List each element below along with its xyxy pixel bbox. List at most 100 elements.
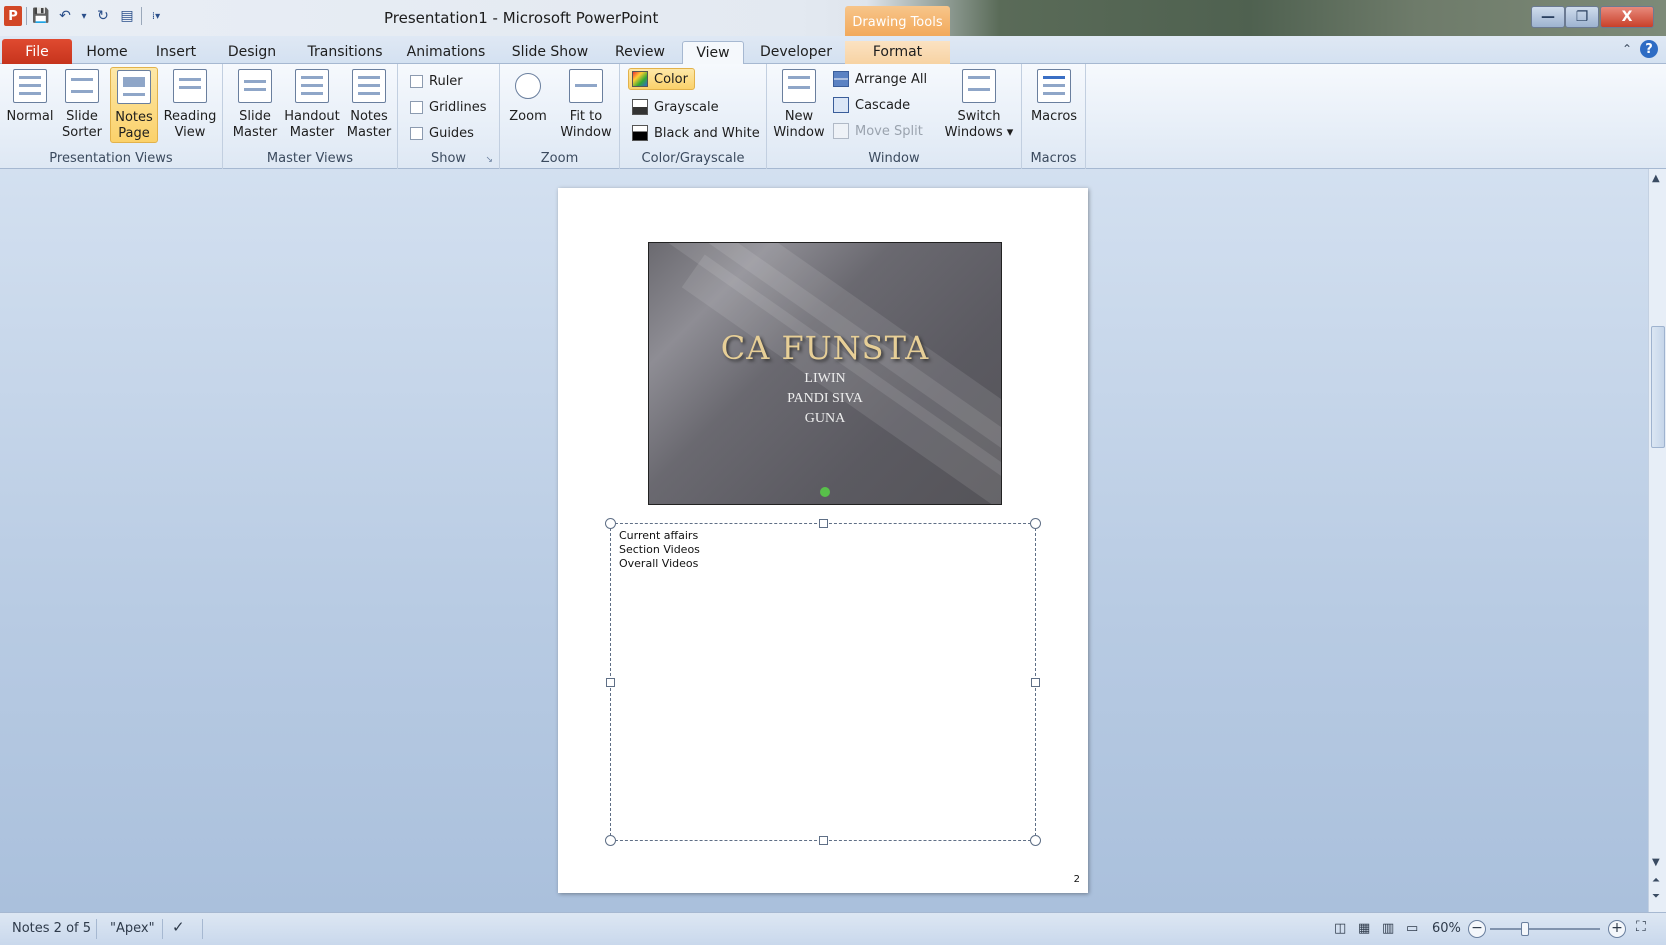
notes-text[interactable]: Current affairs Section Videos Overall V… [619, 529, 700, 571]
notes-page-icon [117, 70, 151, 104]
reading-view-label-1: Reading [163, 109, 217, 124]
black-and-white-button[interactable]: Black and White [632, 122, 760, 144]
grayscale-button[interactable]: Grayscale [632, 96, 719, 118]
minimize-ribbon-icon[interactable]: ⌃ [1622, 42, 1632, 56]
new-window-button[interactable]: New Window [771, 67, 827, 143]
tab-review[interactable]: Review [608, 41, 672, 64]
tab-file[interactable]: File [2, 39, 72, 64]
notes-page-label-2: Page [118, 126, 150, 141]
resize-handle-bottom-left[interactable] [605, 835, 616, 846]
slide-master-icon [238, 69, 272, 103]
macros-button[interactable]: Macros [1028, 67, 1080, 143]
arrange-all-label: Arrange All [855, 71, 928, 87]
scroll-up-arrow-icon[interactable]: ▲ [1652, 173, 1660, 184]
zoom-level[interactable]: 60% [1432, 921, 1461, 936]
zoom-out-button[interactable]: − [1468, 920, 1486, 938]
handout-master-label-1: Handout [284, 109, 340, 124]
resize-handle-top[interactable] [819, 519, 828, 528]
slide-show-status-icon[interactable]: ▭ [1406, 921, 1418, 936]
scroll-down-arrow-icon[interactable]: ▼ [1652, 857, 1660, 868]
gridlines-checkbox[interactable] [410, 100, 423, 114]
switch-windows-button[interactable]: Switch Windows ▾ [943, 67, 1015, 143]
slide-sorter-status-icon[interactable]: ▦ [1358, 921, 1370, 936]
notes-page-button[interactable]: Notes Page [110, 67, 158, 143]
reading-view-button[interactable]: Reading View [162, 67, 218, 143]
close-button[interactable]: X [1600, 6, 1654, 28]
resize-handle-bottom[interactable] [819, 836, 828, 845]
ruler-checkbox-row[interactable]: Ruler [410, 70, 463, 92]
fit-slide-to-window-icon[interactable]: ⛶ [1636, 919, 1646, 935]
resize-handle-bottom-right[interactable] [1030, 835, 1041, 846]
spell-check-icon[interactable]: ✓ [172, 918, 185, 936]
slide-master-label-2: Master [232, 125, 278, 140]
notes-placeholder[interactable]: Current affairs Section Videos Overall V… [605, 518, 1041, 846]
notes-master-button[interactable]: Notes Master [345, 67, 393, 143]
slide-master-button[interactable]: Slide Master [231, 67, 279, 143]
scrollbar-thumb[interactable] [1651, 326, 1665, 448]
zoom-slider-thumb[interactable] [1521, 922, 1529, 936]
undo-icon[interactable]: ↶ [55, 6, 75, 26]
color-button[interactable]: Color [628, 68, 695, 90]
resize-handle-top-left[interactable] [605, 518, 616, 529]
group-show: Ruler Gridlines Guides Show ↘ [398, 64, 500, 169]
rotation-handle[interactable] [820, 487, 830, 497]
switch-windows-label-1: Switch [957, 109, 1001, 124]
powerpoint-logo-icon[interactable]: P [4, 6, 22, 26]
tab-transitions[interactable]: Transitions [300, 41, 390, 64]
tab-developer[interactable]: Developer [755, 41, 837, 64]
tab-format[interactable]: Format [845, 41, 950, 64]
status-bar: Notes 2 of 5 "Apex" ✓ ◫ ▦ ▥ ▭ 60% − + ⛶ [0, 912, 1666, 945]
normal-view-label-1: Normal [6, 109, 54, 124]
gridlines-checkbox-row[interactable]: Gridlines [410, 96, 487, 118]
resize-handle-right[interactable] [1031, 678, 1040, 687]
normal-view-button[interactable]: Normal [6, 67, 54, 143]
slideshow-from-start-icon[interactable]: ▤ [117, 6, 137, 26]
guides-checkbox[interactable] [410, 126, 423, 140]
tab-view[interactable]: View [682, 41, 744, 64]
normal-view-status-icon[interactable]: ◫ [1334, 921, 1346, 936]
slide-sorter-button[interactable]: Slide Sorter [58, 67, 106, 143]
tab-animations[interactable]: Animations [404, 41, 488, 64]
group-label-window: Window [868, 151, 920, 166]
group-label-color-grayscale: Color/Grayscale [641, 151, 745, 166]
tab-design[interactable]: Design [222, 41, 282, 64]
quick-access-toolbar: P 💾 ↶ ▾ ↻ ▤ ⁞▾ [4, 6, 166, 26]
redo-icon[interactable]: ↻ [93, 6, 113, 26]
notes-line: Current affairs [619, 529, 699, 542]
help-icon[interactable]: ? [1640, 40, 1658, 58]
tab-slide-show[interactable]: Slide Show [508, 41, 592, 64]
notes-page-label-1: Notes [115, 110, 153, 125]
ruler-checkbox[interactable] [410, 74, 423, 88]
guides-checkbox-row[interactable]: Guides [410, 122, 474, 144]
next-slide-icon[interactable]: ⏷ [1652, 891, 1660, 902]
reading-view-status-icon[interactable]: ▥ [1382, 921, 1394, 936]
save-icon[interactable]: 💾 [31, 6, 51, 26]
restore-button[interactable]: ❐ [1565, 6, 1599, 28]
arrange-all-button[interactable]: Arrange All [833, 68, 927, 90]
switch-windows-icon [962, 69, 996, 103]
color-swatch-icon [632, 71, 648, 87]
vertical-scrollbar[interactable]: ▲ ▼ ⏶ ⏷ [1648, 169, 1666, 912]
move-split-button[interactable]: Move Split [833, 120, 923, 142]
slide-thumbnail[interactable]: CA FUNSTA LIWIN PANDI SIVA GUNA [648, 242, 1002, 505]
resize-handle-left[interactable] [606, 678, 615, 687]
cascade-button[interactable]: Cascade [833, 94, 910, 116]
show-dialog-launcher-icon[interactable]: ↘ [485, 155, 493, 165]
zoom-button[interactable]: Zoom [504, 67, 552, 143]
fit-to-window-icon [569, 69, 603, 103]
fit-to-window-button[interactable]: Fit to Window [558, 67, 614, 143]
undo-dropdown-icon[interactable]: ▾ [79, 6, 89, 26]
tab-home[interactable]: Home [82, 41, 132, 64]
notes-line: Section Videos [619, 543, 700, 556]
resize-handle-top-right[interactable] [1030, 518, 1041, 529]
zoom-in-button[interactable]: + [1608, 920, 1626, 938]
zoom-slider-track[interactable] [1490, 928, 1600, 930]
customize-qat-icon[interactable]: ⁞▾ [146, 6, 166, 26]
group-label-master-views: Master Views [266, 151, 354, 166]
reading-view-icon [173, 69, 207, 103]
tab-insert[interactable]: Insert [148, 41, 204, 64]
previous-slide-icon[interactable]: ⏶ [1652, 875, 1660, 886]
minimize-button[interactable]: — [1531, 6, 1565, 28]
handout-master-button[interactable]: Handout Master [283, 67, 341, 143]
slide-sorter-label-1: Slide [66, 109, 98, 124]
